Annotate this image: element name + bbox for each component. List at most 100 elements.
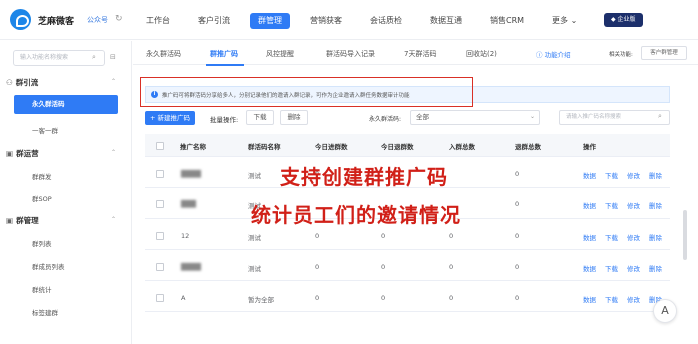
topnav-sales-crm[interactable]: 销售CRM (482, 13, 532, 29)
feature-intro-label: 功能介绍 (544, 51, 571, 59)
col-header-actions: 操作 (583, 143, 596, 151)
row-edit-link[interactable]: 修改 (627, 263, 640, 273)
row-download-link[interactable]: 下载 (605, 200, 618, 210)
batch-ops-label: 批量操作: (210, 116, 239, 124)
sidebar-item-tag-group[interactable]: 标签建群 (32, 307, 58, 317)
users-icon: ⚇ (6, 78, 13, 87)
chevron-up-icon[interactable]: ⌃ (111, 78, 116, 85)
row-download-link[interactable]: 下载 (605, 170, 618, 180)
sidebar: 输入功能名称搜索 ⌕ ⊟ ⚇ 群引流 ⌃ 永久群活码 一客一群 ▣ 群运营 ⌃ 群群… (0, 41, 132, 344)
cell-code: 测试 (248, 172, 261, 180)
tab-import-records[interactable]: 群活码导入记录 (326, 49, 375, 59)
related-customer-group-button[interactable]: 客户群管理 (641, 46, 687, 60)
top-bar: 芝麻微客 公众号 ↻ 工作台 客户引流 群管理 营销获客 会话质检 数据互通 销… (0, 0, 698, 40)
sidebar-item-member-list[interactable]: 群成员列表 (32, 261, 65, 271)
topnav-more-label: 更多 (552, 16, 569, 25)
sidebar-item-one-customer-group[interactable]: 一客一群 (32, 125, 58, 135)
account-switch-link[interactable]: 公众号 (87, 15, 108, 25)
sidebar-item-group-sop[interactable]: 群SOP (32, 193, 52, 203)
row-edit-link[interactable]: 修改 (627, 170, 640, 180)
row-delete-link[interactable]: 删除 (649, 200, 662, 210)
sidebar-group-traffic[interactable]: ⚇ 群引流 (6, 77, 38, 88)
tab-risk-alert[interactable]: 风控提醒 (266, 49, 294, 59)
cell-today-out: 0 (381, 294, 386, 302)
feature-intro-link[interactable]: ⓘ 功能介绍 (536, 49, 571, 59)
sidebar-item-group-stats[interactable]: 群统计 (32, 284, 52, 294)
cell-total-out: 0 (515, 170, 520, 178)
sidebar-item-group-broadcast[interactable]: 群群发 (32, 171, 52, 181)
topnav-workbench[interactable]: 工作台 (138, 13, 178, 29)
cell-name-redacted: ████ (181, 263, 201, 271)
annotation-highlight-box (140, 77, 473, 107)
tab-promo-code[interactable]: 群推广码 (210, 49, 238, 59)
top-nav: 工作台 客户引流 群管理 营销获客 会话质检 数据互通 销售CRM 更多 ⌄ (138, 13, 591, 29)
cell-total-in: 0 (449, 263, 454, 271)
scrollbar-thumb[interactable] (683, 210, 687, 260)
row-data-link[interactable]: 数据 (583, 232, 596, 242)
row-delete-link[interactable]: 删除 (649, 263, 662, 273)
row-download-link[interactable]: 下载 (605, 263, 618, 273)
row-download-link[interactable]: 下载 (605, 232, 618, 242)
row-checkbox[interactable] (156, 294, 164, 302)
topnav-group-management[interactable]: 群管理 (250, 13, 290, 29)
cell-today-in: 0 (315, 294, 320, 302)
cell-today-out: 0 (381, 263, 386, 271)
promo-search-input[interactable]: 请输入推广码名称搜索 (559, 110, 670, 125)
row-data-link[interactable]: 数据 (583, 263, 596, 273)
sidebar-group-label: 群运营 (16, 149, 39, 158)
row-data-link[interactable]: 数据 (583, 294, 596, 304)
tab-7day-code[interactable]: 7天群活码 (404, 49, 436, 59)
active-tab-indicator (206, 64, 244, 66)
delete-button[interactable]: 删除 (280, 110, 308, 125)
col-header-code: 群活码名称 (248, 143, 281, 151)
cell-total-out: 0 (515, 200, 520, 208)
row-checkbox[interactable] (156, 170, 164, 178)
sidebar-item-permanent-code[interactable]: 永久群活码 (14, 95, 118, 114)
row-delete-link[interactable]: 删除 (649, 232, 662, 242)
row-download-link[interactable]: 下载 (605, 294, 618, 304)
cell-today-in: 0 (315, 232, 320, 240)
cell-total-out: 0 (515, 294, 520, 302)
col-header-total-out: 退群总数 (515, 143, 541, 151)
sidebar-group-management[interactable]: ▣ 群管理 (6, 215, 39, 226)
cell-total-out: 0 (515, 232, 520, 240)
row-checkbox[interactable] (156, 263, 164, 271)
code-filter-select[interactable]: 全部 (410, 110, 540, 125)
row-edit-link[interactable]: 修改 (627, 200, 640, 210)
new-promo-code-button[interactable]: + 新建推广码 (145, 111, 195, 125)
select-all-checkbox[interactable] (156, 142, 164, 150)
enterprise-badge[interactable]: ◆ 企业版 (604, 13, 643, 27)
topnav-more[interactable]: 更多 ⌄ (544, 13, 585, 29)
collapse-icon[interactable]: ⊟ (110, 53, 116, 61)
related-label: 相关功能: (609, 52, 633, 58)
sidebar-item-group-list[interactable]: 群列表 (32, 238, 52, 248)
chevron-up-icon[interactable]: ⌃ (111, 216, 116, 223)
row-checkbox[interactable] (156, 232, 164, 240)
download-button[interactable]: 下载 (246, 110, 274, 125)
row-delete-link[interactable]: 删除 (649, 170, 662, 180)
cell-today-in: 0 (315, 263, 320, 271)
topnav-data-sync[interactable]: 数据互通 (422, 13, 470, 29)
row-edit-link[interactable]: 修改 (627, 232, 640, 242)
topnav-customer-acquisition[interactable]: 客户引流 (190, 13, 238, 29)
floating-assistant-button[interactable]: A (653, 299, 677, 323)
sidebar-group-operations[interactable]: ▣ 群运营 (6, 148, 39, 159)
cell-code: 测试 (248, 265, 261, 273)
search-icon[interactable]: ⌕ (658, 112, 662, 121)
col-header-today-out: 今日退群数 (381, 143, 414, 151)
sidebar-group-label: 群管理 (16, 216, 39, 225)
chevron-down-icon: ⌄ (530, 113, 536, 120)
search-icon[interactable]: ⌕ (92, 53, 96, 62)
tab-permanent-code[interactable]: 永久群活码 (146, 49, 181, 59)
chevron-up-icon[interactable]: ⌃ (111, 149, 116, 156)
row-data-link[interactable]: 数据 (583, 200, 596, 210)
tab-recycle-bin[interactable]: 回收站(2) (466, 49, 497, 59)
refresh-icon[interactable]: ↻ (115, 14, 123, 24)
row-edit-link[interactable]: 修改 (627, 294, 640, 304)
row-checkbox[interactable] (156, 200, 164, 208)
topnav-session-quality[interactable]: 会话质检 (362, 13, 410, 29)
row-data-link[interactable]: 数据 (583, 170, 596, 180)
cell-name-redacted: ████ (181, 170, 201, 178)
topnav-marketing[interactable]: 营销获客 (302, 13, 350, 29)
cell-today-out: 0 (381, 232, 386, 240)
